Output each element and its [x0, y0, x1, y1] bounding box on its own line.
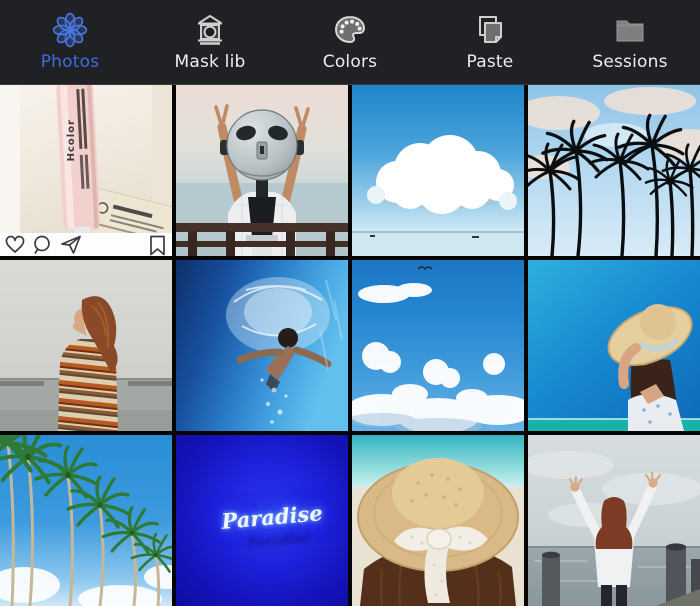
photo-grid: Hcolor	[0, 85, 700, 606]
photo-thumbnail-palm-silhouettes[interactable]	[528, 85, 700, 256]
arms-raised-illustration	[528, 435, 700, 606]
tab-sessions[interactable]: Sessions	[570, 3, 690, 81]
photo-thumbnail-arms-raised-at-pier[interactable]	[528, 435, 700, 606]
photo-thumbnail-woman-sun-hat-looking-up[interactable]	[528, 260, 700, 431]
photo-thumbnail-paradise-neon-sign[interactable]: Paradise Paradise	[176, 435, 348, 606]
photo-thumbnail-cloud-over-sea[interactable]	[352, 85, 524, 256]
straw-hat-illustration	[352, 435, 524, 606]
palm-silhouette-illustration	[528, 85, 700, 256]
mask-library-icon	[192, 12, 228, 48]
bookmark-icon	[151, 237, 164, 255]
product-brand-text: Hcolor	[66, 119, 77, 161]
photo-thumbnail-cosmetics-product-post[interactable]: Hcolor	[0, 85, 172, 256]
photo-thumbnail-underwater-swimmer[interactable]	[176, 260, 348, 431]
heart-icon	[6, 237, 23, 252]
tab-mask-lib[interactable]: Mask lib	[150, 3, 270, 81]
sun-hat-woman-illustration	[528, 260, 700, 431]
tab-colors[interactable]: Colors	[290, 3, 410, 81]
photo-thumbnail-straw-hat-lace-bow[interactable]	[352, 435, 524, 606]
tab-paste[interactable]: Paste	[430, 3, 550, 81]
palette-icon	[332, 12, 368, 48]
tower-viewer-illustration	[176, 85, 348, 256]
tab-colors-label: Colors	[323, 52, 377, 72]
tab-photos-label: Photos	[41, 52, 100, 72]
photo-thumbnail-tower-viewer-peace-signs[interactable]	[176, 85, 348, 256]
toolbar: Photos Mask lib	[0, 0, 700, 85]
tab-mask-lib-label: Mask lib	[174, 52, 245, 72]
paste-icon	[472, 12, 508, 48]
poncho-woman-illustration	[0, 260, 172, 431]
swimmer-illustration	[176, 260, 348, 431]
photo-thumbnail-green-palm-trees[interactable]	[0, 435, 172, 606]
photos-flower-icon	[52, 12, 88, 48]
green-palms-illustration	[0, 435, 172, 606]
photo-thumbnail-woman-striped-poncho[interactable]	[0, 260, 172, 431]
sky-clouds-illustration	[352, 260, 524, 431]
tab-sessions-label: Sessions	[592, 52, 667, 72]
share-icon	[62, 237, 80, 254]
photo-thumbnail-blue-sky-clouds[interactable]	[352, 260, 524, 431]
tab-paste-label: Paste	[467, 52, 514, 72]
instagram-action-icons	[0, 233, 172, 256]
cosmetics-illustration	[0, 85, 172, 256]
sessions-folder-icon	[612, 12, 648, 48]
photo-app-window: Photos Mask lib	[0, 0, 700, 606]
comment-icon	[35, 237, 49, 254]
tab-photos[interactable]: Photos	[10, 3, 130, 81]
cloud-illustration	[352, 85, 524, 256]
